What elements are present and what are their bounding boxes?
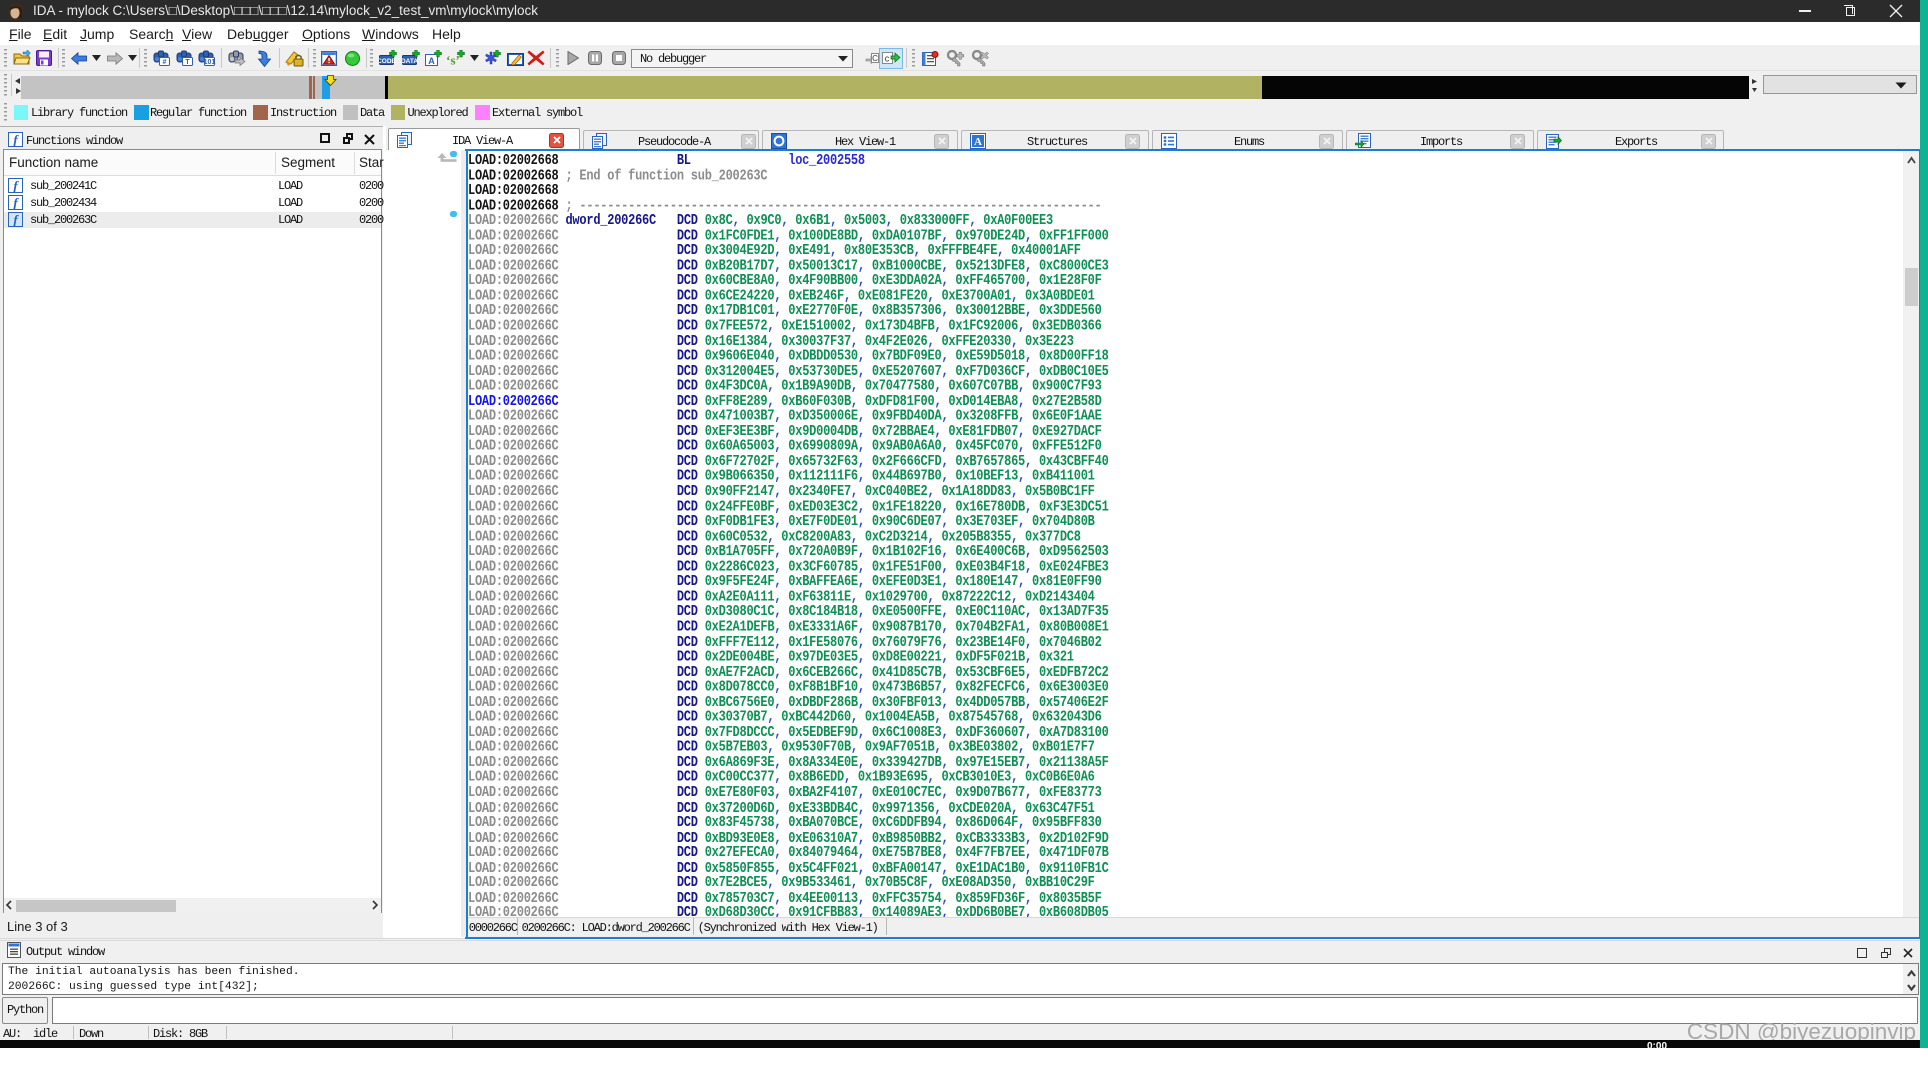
svg-text:c: c (885, 54, 890, 64)
svg-text:DATA: DATA (402, 57, 418, 64)
svg-text:T: T (185, 59, 190, 66)
svg-text:A: A (428, 56, 435, 66)
svg-text:CODE: CODE (379, 57, 397, 64)
svg-text:C: C (872, 54, 878, 63)
svg-text:101: 101 (204, 59, 216, 66)
svg-text:#: # (163, 59, 167, 66)
svg-text:A: A (974, 136, 982, 148)
